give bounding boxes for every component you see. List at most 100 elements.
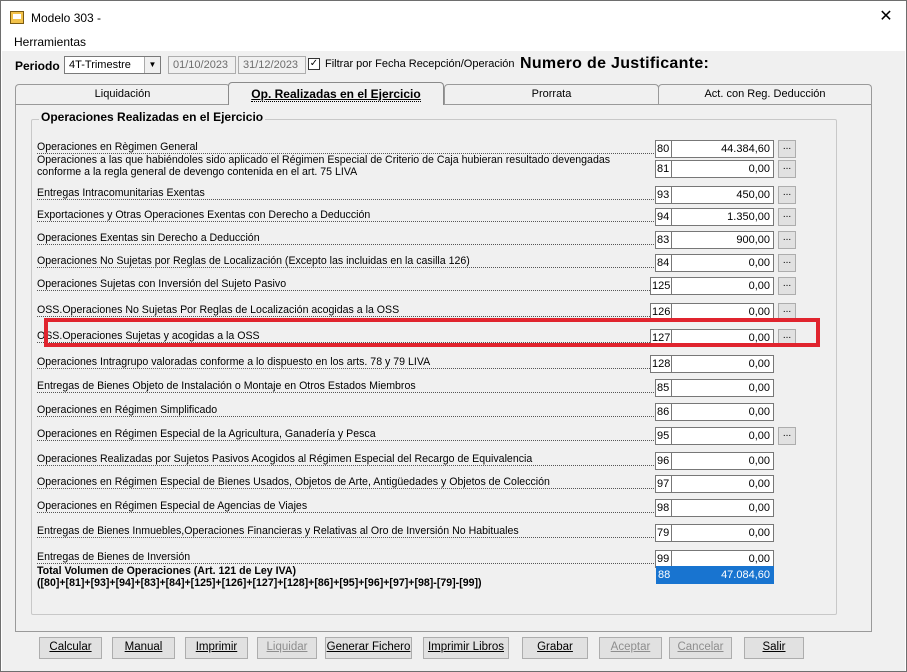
value-field[interactable]: 0,00 bbox=[671, 475, 774, 493]
group-title: Operaciones Realizadas en el Ejercicio bbox=[39, 110, 266, 124]
menu-herramientas[interactable]: Herramientas bbox=[14, 35, 86, 49]
date-from-field[interactable]: 01/10/2023 bbox=[168, 56, 236, 74]
value-field[interactable]: 0,00 bbox=[671, 403, 774, 421]
form-row-94: Exportaciones y Otras Operaciones Exenta… bbox=[16, 206, 821, 228]
button-calcular[interactable]: Calcular bbox=[39, 637, 102, 659]
value-field[interactable]: 0,00 bbox=[671, 254, 774, 272]
value-field[interactable]: 0,00 bbox=[671, 427, 774, 445]
tab-label: Op. Realizadas en el Ejercicio bbox=[251, 87, 421, 102]
button-label: Cancelar bbox=[677, 641, 724, 653]
box-number: 125 bbox=[650, 277, 672, 295]
value-field[interactable]: 0,00 bbox=[671, 160, 774, 178]
periodo-select[interactable]: 4T-Trimestre ▼ bbox=[64, 56, 161, 74]
total-value: 47.084,60 bbox=[671, 566, 774, 584]
close-icon[interactable]: ✕ bbox=[878, 9, 894, 25]
detail-button[interactable]: ... bbox=[778, 208, 796, 226]
button-salir[interactable]: Salir bbox=[744, 637, 804, 659]
box-number: 93 bbox=[655, 186, 672, 204]
button-grabar[interactable]: Grabar bbox=[522, 637, 588, 659]
button-label: Calcular bbox=[49, 641, 92, 653]
value-field[interactable]: 1.350,00 bbox=[671, 208, 774, 226]
form-row-125: Operaciones Sujetas con Inversión del Su… bbox=[16, 275, 821, 297]
tab-panel: Operaciones Realizadas en el Ejercicio O… bbox=[15, 104, 872, 632]
box-number: 95 bbox=[655, 427, 672, 445]
button-liquidar[interactable]: Liquidar bbox=[257, 637, 317, 659]
tab-op-realizadas[interactable]: Op. Realizadas en el Ejercicio bbox=[228, 82, 444, 105]
button-cancelar[interactable]: Cancelar bbox=[669, 637, 732, 659]
form-row-85: Entregas de Bienes Objeto de Instalación… bbox=[16, 377, 821, 399]
detail-button[interactable]: ... bbox=[778, 277, 796, 295]
button-manual[interactable]: Manual bbox=[112, 637, 175, 659]
filter-checkbox[interactable]: ✓ bbox=[308, 58, 320, 70]
value-field[interactable]: 0,00 bbox=[671, 277, 774, 295]
form-row-79: Entregas de Bienes Inmuebles,Operaciones… bbox=[16, 522, 821, 544]
box-number: 85 bbox=[655, 379, 672, 397]
value-field[interactable]: 450,00 bbox=[671, 186, 774, 204]
filter-checkbox-label: Filtrar por Fecha Recepción/Operación bbox=[325, 58, 515, 70]
row-label: Operaciones Exentas sin Derecho a Deducc… bbox=[37, 232, 654, 245]
detail-button[interactable]: ... bbox=[778, 254, 796, 272]
periodo-value: 4T-Trimestre bbox=[69, 59, 131, 71]
total-label-line2: ([80]+[81]+[93]+[94]+[83]+[84]+[125]+[12… bbox=[37, 577, 482, 589]
row-label: Entregas Intracomunitarias Exentas bbox=[37, 187, 654, 200]
button-label: Aceptar bbox=[610, 641, 651, 653]
box-number: 83 bbox=[655, 231, 672, 249]
button-imprimir[interactable]: Imprimir bbox=[185, 637, 248, 659]
box-number: 96 bbox=[655, 452, 672, 470]
detail-button[interactable]: ... bbox=[778, 231, 796, 249]
periodo-label: Periodo bbox=[15, 59, 60, 73]
value-field[interactable]: 0,00 bbox=[671, 452, 774, 470]
chevron-down-icon[interactable]: ▼ bbox=[144, 57, 160, 73]
row-label: Operaciones a las que habiéndoles sido a… bbox=[37, 154, 611, 178]
total-row: Total Volumen de Operaciones (Art. 121 d… bbox=[16, 563, 821, 595]
row-label: OSS.Operaciones No Sujetas Por Reglas de… bbox=[37, 304, 654, 317]
box-number: 94 bbox=[655, 208, 672, 226]
button-aceptar[interactable]: Aceptar bbox=[599, 637, 662, 659]
button-label: Liquidar bbox=[266, 641, 308, 653]
form-row-98: Operaciones en Régimen Especial de Agenc… bbox=[16, 497, 821, 519]
value-field[interactable]: 0,00 bbox=[671, 379, 774, 397]
date-to-field[interactable]: 31/12/2023 bbox=[238, 56, 306, 74]
box-number: 84 bbox=[655, 254, 672, 272]
value-field[interactable]: 0,00 bbox=[671, 499, 774, 517]
tab-liquidacion[interactable]: Liquidación bbox=[15, 84, 230, 104]
form-row-81: Operaciones a las que habiéndoles sido a… bbox=[16, 154, 821, 180]
detail-button[interactable]: ... bbox=[778, 427, 796, 445]
tab-label: Act. con Reg. Deducción bbox=[704, 88, 826, 100]
tab-label: Prorrata bbox=[531, 88, 572, 100]
value-field[interactable]: 900,00 bbox=[671, 231, 774, 249]
client-area: Periodo 4T-Trimestre ▼ 01/10/2023 31/12/… bbox=[2, 51, 905, 671]
value-field[interactable]: 44.384,60 bbox=[671, 140, 774, 158]
detail-button[interactable]: ... bbox=[778, 186, 796, 204]
form-row-84: Operaciones No Sujetas por Reglas de Loc… bbox=[16, 252, 821, 274]
form-row-95: Operaciones en Régimen Especial de la Ag… bbox=[16, 425, 821, 447]
window: Modelo 303 - ✕ Herramientas Periodo 4T-T… bbox=[0, 0, 907, 672]
value-field[interactable]: 0,00 bbox=[671, 355, 774, 373]
highlight-box bbox=[44, 318, 820, 347]
button-label: Salir bbox=[762, 641, 786, 653]
detail-button[interactable]: ... bbox=[778, 140, 796, 158]
box-number: 80 bbox=[655, 140, 672, 158]
app-icon bbox=[10, 11, 24, 24]
row-label: Operaciones No Sujetas por Reglas de Loc… bbox=[37, 255, 654, 268]
box-number: 98 bbox=[655, 499, 672, 517]
row-label: Operaciones en Régimen Simplificado bbox=[37, 404, 654, 417]
row-label: Operaciones Intragrupo valoradas conform… bbox=[37, 356, 654, 369]
detail-button[interactable]: ... bbox=[778, 160, 796, 178]
tab-label: Liquidación bbox=[94, 88, 151, 100]
tab-act-reg-deduccion[interactable]: Act. con Reg. Deducción bbox=[658, 84, 872, 104]
button-generar-fichero[interactable]: Generar Fichero bbox=[325, 637, 412, 659]
form-row-86: Operaciones en Régimen Simplificado 86 0,0… bbox=[16, 401, 821, 423]
button-imprimir-libros[interactable]: Imprimir Libros bbox=[423, 637, 509, 659]
form-row-96: Operaciones Realizadas por Sujetos Pasiv… bbox=[16, 450, 821, 472]
box-number: 79 bbox=[655, 524, 672, 542]
row-label: Exportaciones y Otras Operaciones Exenta… bbox=[37, 209, 654, 222]
row-label: Operaciones en Régimen Especial de Biene… bbox=[37, 476, 654, 489]
form-row-97: Operaciones en Régimen Especial de Biene… bbox=[16, 473, 821, 495]
row-label: Operaciones en Régimen Especial de la Ag… bbox=[37, 428, 654, 441]
tab-prorrata[interactable]: Prorrata bbox=[444, 84, 659, 104]
value-field[interactable]: 0,00 bbox=[671, 524, 774, 542]
button-label: Manual bbox=[124, 641, 163, 653]
button-label: Imprimir Libros bbox=[427, 641, 505, 653]
row-label: Operaciones en Règimen General bbox=[37, 141, 654, 154]
